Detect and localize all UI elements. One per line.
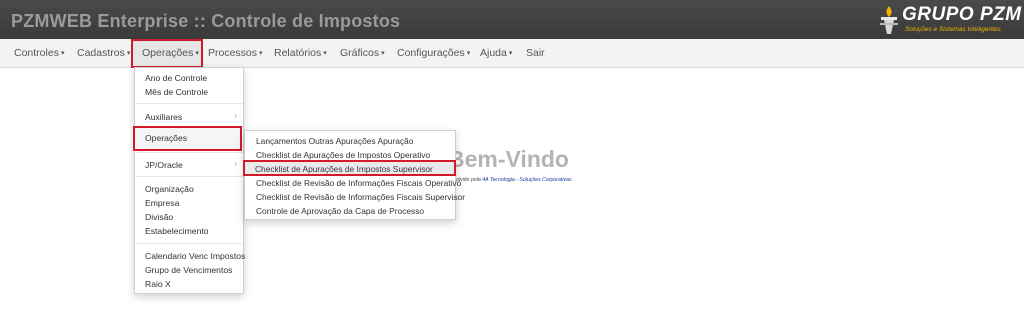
- menu-item-divisao[interactable]: Divisão: [145, 212, 173, 222]
- menu-item-raio-x[interactable]: Raio X: [145, 279, 171, 289]
- submenu-item-controle-aprovacao[interactable]: Controle de Aprovação da Capa de Process…: [256, 206, 424, 216]
- menu-divider: [136, 243, 243, 244]
- welcome-title: Bem-Vindo: [448, 146, 569, 172]
- nav-cadastros[interactable]: Cadastros ▾: [77, 39, 130, 68]
- menu-divider: [136, 103, 243, 104]
- caret-down-icon: ▾: [60, 50, 65, 57]
- menu-item-estabelecimento[interactable]: Estabelecimento: [145, 226, 209, 236]
- torch-icon: [880, 6, 898, 34]
- submenu-arrow-icon: ›: [234, 159, 237, 168]
- submenu-item-label: Checklist de Apurações de Impostos Super…: [255, 164, 433, 174]
- nav-controles[interactable]: Controles ▾: [14, 39, 64, 68]
- menu-item-ano-controle[interactable]: Ano de Controle: [145, 73, 207, 83]
- logo-tagline: Soluções e Sistemas Inteligentes: [905, 26, 1001, 33]
- app-title: PZMWEB Enterprise :: Controle de Imposto…: [11, 11, 401, 31]
- menu-divider: [136, 176, 243, 177]
- submenu-arrow-icon: ›: [234, 111, 237, 120]
- operacoes-dropdown: Ano de Controle Mês de Controle Auxiliar…: [134, 67, 245, 294]
- menu-item-empresa[interactable]: Empresa: [145, 198, 179, 208]
- menu-item-mes-controle[interactable]: Mês de Controle: [145, 87, 208, 97]
- logo-text: GRUPO PZM: [902, 4, 1022, 25]
- menu-item-grupo-vencimentos[interactable]: Grupo de Vencimentos: [145, 265, 232, 275]
- nav-ajuda[interactable]: Ajuda ▾: [480, 39, 512, 68]
- nav-sair[interactable]: Sair: [526, 39, 545, 68]
- credit-brand: 4A Tecnologia - Soluções Corporativas: [482, 177, 572, 183]
- menu-item-calendario-venc[interactable]: Calendario Venc Impostos: [145, 251, 245, 261]
- caret-down-icon: ▾: [381, 50, 385, 57]
- nav-relatorios[interactable]: Relatórios ▾: [274, 39, 327, 68]
- menu-item-operacoes-label: Operações: [145, 133, 188, 143]
- menu-item-organizacao[interactable]: Organização: [145, 184, 194, 194]
- caret-down-icon: ▾: [323, 50, 327, 57]
- developer-credit: olvido pela 4A Tecnologia - Soluções Cor…: [456, 177, 572, 183]
- submenu-item-checklist-apuracoes-operativo[interactable]: Checklist de Apurações de Impostos Opera…: [256, 150, 430, 160]
- caret-down-icon: ▾: [259, 50, 263, 57]
- menu-item-operacoes[interactable]: Operações: [133, 126, 242, 151]
- nav-graficos[interactable]: Gráficos ▾: [340, 39, 385, 68]
- nav-operacoes[interactable]: Operações ▾: [131, 39, 203, 68]
- company-logo: GRUPO PZM Soluções e Sistemas Inteligent…: [878, 4, 1021, 36]
- nav-configuracoes[interactable]: Configurações ▾: [397, 39, 470, 68]
- nav-processos[interactable]: Processos ▾: [208, 39, 263, 68]
- caret-down-icon: ▾: [126, 50, 131, 57]
- submenu-item-checklist-apuracoes-supervisor[interactable]: Checklist de Apurações de Impostos Super…: [243, 160, 456, 176]
- caret-down-icon: ▾: [508, 50, 513, 57]
- menu-item-auxiliares[interactable]: Auxiliares: [145, 112, 182, 122]
- caret-down-icon: ▾: [466, 50, 471, 57]
- submenu-item-checklist-revisao-operativo[interactable]: Checklist de Revisão de Informações Fisc…: [256, 178, 461, 188]
- menu-divider: [136, 152, 243, 153]
- main-navbar: Controles ▾ Cadastros ▾ Operações ▾ Process…: [0, 39, 1024, 68]
- menu-item-jp-oracle[interactable]: JP/Oracle: [145, 160, 183, 170]
- submenu-item-lancamentos[interactable]: Lançamentos Outras Apurações Apuração: [256, 136, 413, 146]
- submenu-item-checklist-revisao-supervisor[interactable]: Checklist de Revisão de Informações Fisc…: [256, 192, 465, 202]
- top-header-bar: PZMWEB Enterprise :: Controle de Imposto…: [0, 0, 1024, 39]
- caret-down-icon: ▾: [195, 50, 199, 57]
